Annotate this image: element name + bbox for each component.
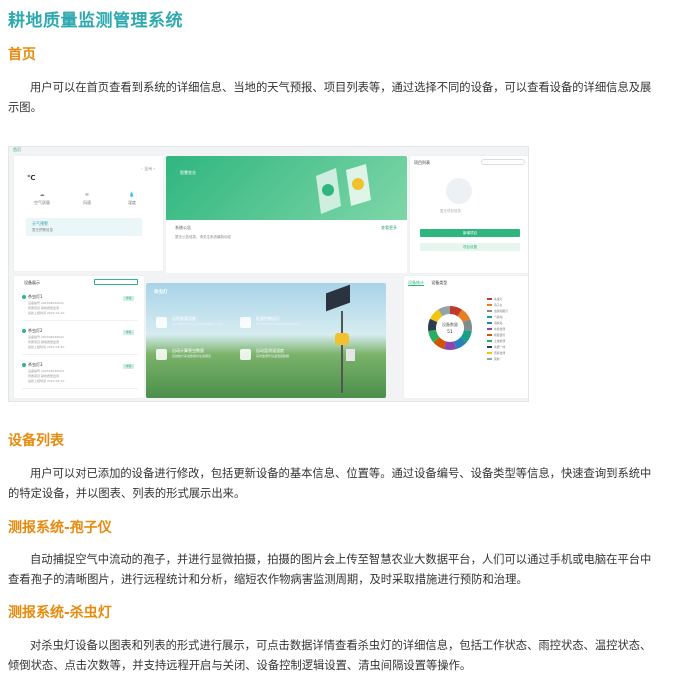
thermometer-icon bbox=[240, 349, 251, 360]
weather-alert: 天气预警 暂无预警信息 bbox=[26, 218, 142, 236]
list-item[interactable]: 杀虫灯3 设备编号 202304030043 所属项目 耕地质量监测 最新上报时… bbox=[22, 360, 138, 389]
tab-device-stats[interactable]: 设备统计 bbox=[408, 280, 424, 286]
add-project-button[interactable]: 新增项目 bbox=[420, 229, 520, 237]
device-icon bbox=[22, 363, 26, 367]
list-item[interactable]: 杀虫灯2 设备编号 202304030042 所属项目 耕地质量监测 最新上报时… bbox=[22, 326, 138, 355]
tab-device-types[interactable]: 设备类型 bbox=[431, 280, 447, 285]
section-heading-spore: 测报系统-孢子仪 bbox=[8, 520, 112, 536]
device-icon bbox=[22, 329, 26, 333]
feature-pest-count: 自动计算害虫数量 自动统计杀虫数量并生成报表 bbox=[156, 347, 236, 369]
feature-remote-view: 远程查看设备 通过电脑或手机远程查看设备运行状态 bbox=[156, 315, 236, 337]
device-stats-card: 设备统计 设备类型 设备数量 51 杀虫灯 孢子仪 虫情测报灯 气象站 墒情站 水质监测视… bbox=[404, 276, 528, 398]
solar-panel-icon bbox=[326, 284, 350, 312]
chart-legend: 杀虫灯 孢子仪 虫情测报灯 气象站 墒情站 水质监测 视频监控 土壤检测 水肥一体 苗情监测 其他 bbox=[487, 296, 508, 362]
donut-center-value: 51 bbox=[447, 329, 453, 335]
more-link[interactable]: 查看更多 bbox=[381, 225, 397, 231]
air-quality-icon: ☁ 空气质量 bbox=[34, 192, 50, 205]
banner-illustration bbox=[316, 164, 371, 214]
breadcrumb: 首页 bbox=[13, 147, 21, 152]
insect-lamp-panel: 杀虫灯 远程查看设备 通过电脑或手机远程查看设备运行状态 批量控制运行 通过电脑… bbox=[146, 283, 386, 398]
humidity-icon: 💧 湿度 bbox=[128, 192, 136, 205]
notice-text: 暂无公告信息，请关注系统最新动态 bbox=[175, 235, 231, 239]
section-heading-home: 首页 bbox=[8, 47, 36, 63]
temperature: ℃ bbox=[27, 174, 36, 182]
banner-card: 智慧农业 系统公告 查看更多 暂无公告信息，请关注系统最新动态 bbox=[166, 156, 407, 273]
control-box bbox=[346, 349, 355, 361]
section-text-spore: 自动捕捉空气中流动的孢子，并进行显微拍摄，拍摄的图片会上传至智慧农业大数据平台，… bbox=[8, 553, 652, 586]
home-screenshot: 首页 ◦ 全州 › ℃ ☁ 空气质量 ≋ 风速 💧 湿度 天气预警 暂无预警信息 智慧… bbox=[8, 146, 529, 402]
banner-image: 智慧农业 bbox=[166, 156, 407, 220]
device-detail-button[interactable]: 详情 bbox=[123, 364, 134, 369]
project-list-card: 项目列表 暂无项目信息 新增项目 项目设置 bbox=[410, 156, 528, 273]
monitor-icon bbox=[156, 317, 167, 328]
feature-batch-control: 批量控制运行 通过电脑或手机批量控制设备运行 bbox=[240, 315, 320, 337]
device-list-card: 设备展示 杀虫灯1 设备编号 202304030041 所属项目 耕地质量监测 … bbox=[14, 276, 144, 398]
lamp-pole bbox=[341, 311, 343, 393]
location-selector[interactable]: ◦ 全州 › bbox=[140, 166, 155, 172]
weather-card: ◦ 全州 › ℃ ☁ 空气质量 ≋ 风速 💧 湿度 天气预警 暂无预警信息 bbox=[14, 156, 163, 271]
section-text-home: 用户可以在首页查看到系统的详细信息、当地的天气预报、项目列表等，通过选择不同的设… bbox=[8, 81, 652, 114]
counter-icon bbox=[156, 349, 167, 360]
section-text-lamp: 对杀虫灯设备以图表和列表的形式进行展示，可点击数据详情查看杀虫灯的详细信息，包括… bbox=[8, 639, 652, 672]
empty-icon bbox=[446, 178, 472, 204]
page-title: 耕地质量监测管理系统 bbox=[8, 11, 183, 31]
feature-temp-humidity: 自动监测温湿度 实时监测环境温湿度数据 bbox=[240, 347, 320, 369]
insect-lamp-icon bbox=[335, 333, 349, 345]
section-text-device-list: 用户可以对已添加的设备进行修改，包括更新设备的基本信息、位置等。通过设备编号、设… bbox=[8, 467, 652, 500]
project-settings-button[interactable]: 项目设置 bbox=[420, 243, 520, 251]
notice-title: 系统公告 bbox=[175, 225, 191, 230]
device-search-input[interactable] bbox=[94, 279, 138, 285]
list-icon bbox=[240, 317, 251, 328]
project-search-input[interactable] bbox=[481, 159, 525, 165]
list-item[interactable]: 杀虫灯1 设备编号 202304030041 所属项目 耕地质量监测 最新上报时… bbox=[22, 292, 138, 321]
section-heading-lamp: 测报系统-杀虫灯 bbox=[8, 605, 112, 621]
donut-center-label: 设备数量 bbox=[442, 321, 458, 327]
legend-item: 其他 bbox=[487, 356, 508, 362]
device-icon bbox=[22, 295, 26, 299]
device-donut-chart: 设备数量 51 bbox=[428, 306, 472, 350]
device-detail-button[interactable]: 详情 bbox=[123, 330, 134, 335]
device-detail-button[interactable]: 详情 bbox=[123, 296, 134, 301]
section-heading-device-list: 设备列表 bbox=[8, 433, 64, 449]
wind-icon: ≋ 风速 bbox=[83, 192, 91, 205]
